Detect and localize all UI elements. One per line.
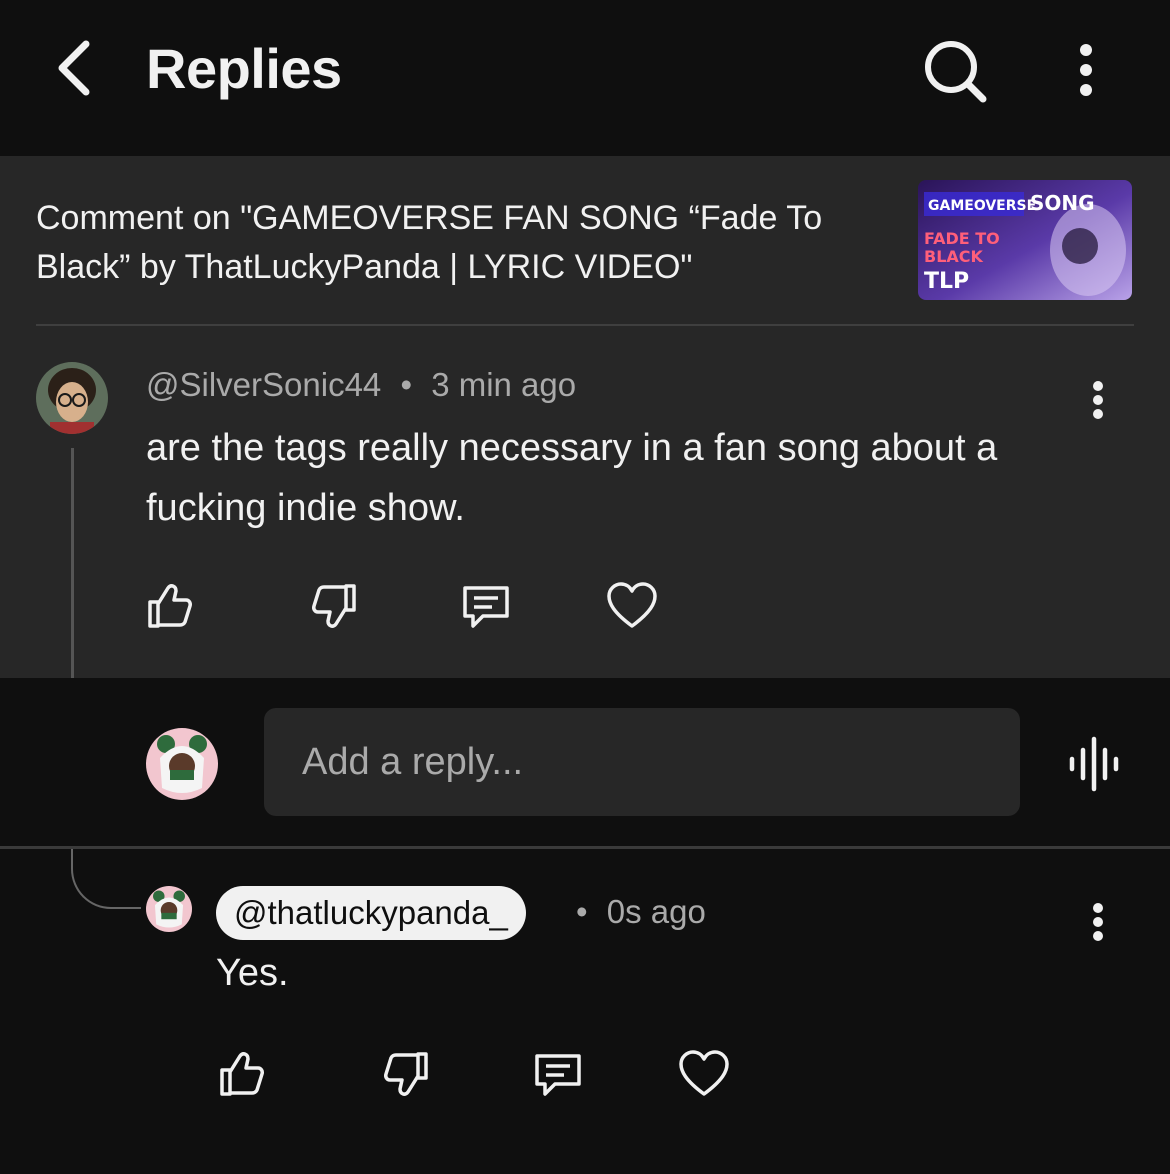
avatar-image bbox=[146, 886, 192, 932]
reply-time: 0s ago bbox=[606, 893, 706, 930]
dislike-button[interactable] bbox=[306, 576, 366, 636]
reply-compose-row bbox=[0, 678, 1170, 848]
reply-comment-icon bbox=[463, 586, 509, 628]
thumbs-down-icon bbox=[384, 1052, 428, 1096]
thumbnail-image: GAMEOVERSE SONG FADE TO BLACK TLP bbox=[918, 180, 1132, 300]
meta-separator: • bbox=[400, 366, 413, 403]
comment-text: are the tags really necessary in a fan s… bbox=[146, 427, 998, 529]
reply-comment-icon bbox=[535, 1054, 581, 1096]
reply-more-button[interactable] bbox=[1080, 900, 1116, 944]
reply-input[interactable] bbox=[264, 708, 1020, 816]
comment-more-button[interactable] bbox=[1080, 378, 1116, 422]
like-button[interactable] bbox=[138, 576, 198, 636]
more-vert-icon bbox=[1093, 381, 1103, 419]
search-button[interactable] bbox=[918, 34, 990, 106]
avatar-image bbox=[36, 362, 108, 434]
more-vert-icon bbox=[1093, 903, 1103, 941]
divider bbox=[0, 846, 1170, 849]
voice-input-button[interactable] bbox=[1062, 732, 1126, 796]
video-thumbnail[interactable]: GAMEOVERSE SONG FADE TO BLACK TLP bbox=[918, 180, 1132, 300]
reply-actions bbox=[0, 1044, 1170, 1104]
heart-icon bbox=[679, 1050, 729, 1096]
avatar[interactable] bbox=[36, 362, 108, 434]
dislike-button[interactable] bbox=[378, 1044, 438, 1104]
heart-button[interactable] bbox=[602, 576, 662, 636]
back-button[interactable] bbox=[44, 36, 104, 100]
search-icon bbox=[925, 41, 987, 103]
more-vert-icon bbox=[1080, 44, 1092, 96]
thread-line bbox=[71, 448, 74, 678]
page-title: Replies bbox=[146, 37, 342, 100]
video-context-title[interactable]: Comment on "GAMEOVERSE FAN SONG “Fade To… bbox=[36, 194, 896, 292]
avatar-image bbox=[146, 728, 218, 800]
thumbnail-line3: TLP bbox=[924, 269, 969, 294]
reply-text: Yes. bbox=[216, 952, 289, 994]
comment-panel: Comment on "GAMEOVERSE FAN SONG “Fade To… bbox=[0, 156, 1170, 678]
back-arrow-icon bbox=[58, 40, 90, 96]
reply-author-mention[interactable]: @thatluckypanda_ bbox=[216, 886, 526, 940]
comment-meta: @SilverSonic44 • 3 min ago bbox=[146, 366, 576, 404]
comment-author[interactable]: @SilverSonic44 bbox=[146, 366, 381, 403]
reply-thread-connector bbox=[71, 849, 141, 909]
reply-meta: • 0s ago bbox=[576, 893, 706, 931]
reply-button[interactable] bbox=[456, 576, 516, 636]
like-button[interactable] bbox=[210, 1044, 270, 1104]
meta-separator: • bbox=[576, 893, 588, 930]
more-options-button[interactable] bbox=[1060, 34, 1112, 106]
my-avatar bbox=[146, 728, 218, 800]
reply-avatar[interactable] bbox=[146, 886, 192, 932]
comment-time: 3 min ago bbox=[431, 366, 577, 403]
thumbs-down-icon bbox=[312, 584, 356, 628]
reply-button[interactable] bbox=[528, 1044, 588, 1104]
thumbnail-line2: BLACK bbox=[924, 247, 984, 266]
thumbs-up-icon bbox=[220, 1052, 264, 1096]
top-app-bar: Replies bbox=[0, 0, 1170, 156]
thumbnail-tag-text: SONG bbox=[1030, 191, 1095, 215]
heart-icon bbox=[607, 582, 657, 628]
voice-input-icon bbox=[1069, 736, 1119, 792]
divider bbox=[36, 324, 1134, 326]
thumbnail-line1: FADE TO bbox=[924, 229, 1000, 248]
thumbnail-logo-text: GAMEOVERSE bbox=[928, 198, 1036, 214]
thumbs-up-icon bbox=[148, 584, 192, 628]
heart-button[interactable] bbox=[674, 1044, 734, 1104]
comment-actions bbox=[0, 576, 1170, 636]
